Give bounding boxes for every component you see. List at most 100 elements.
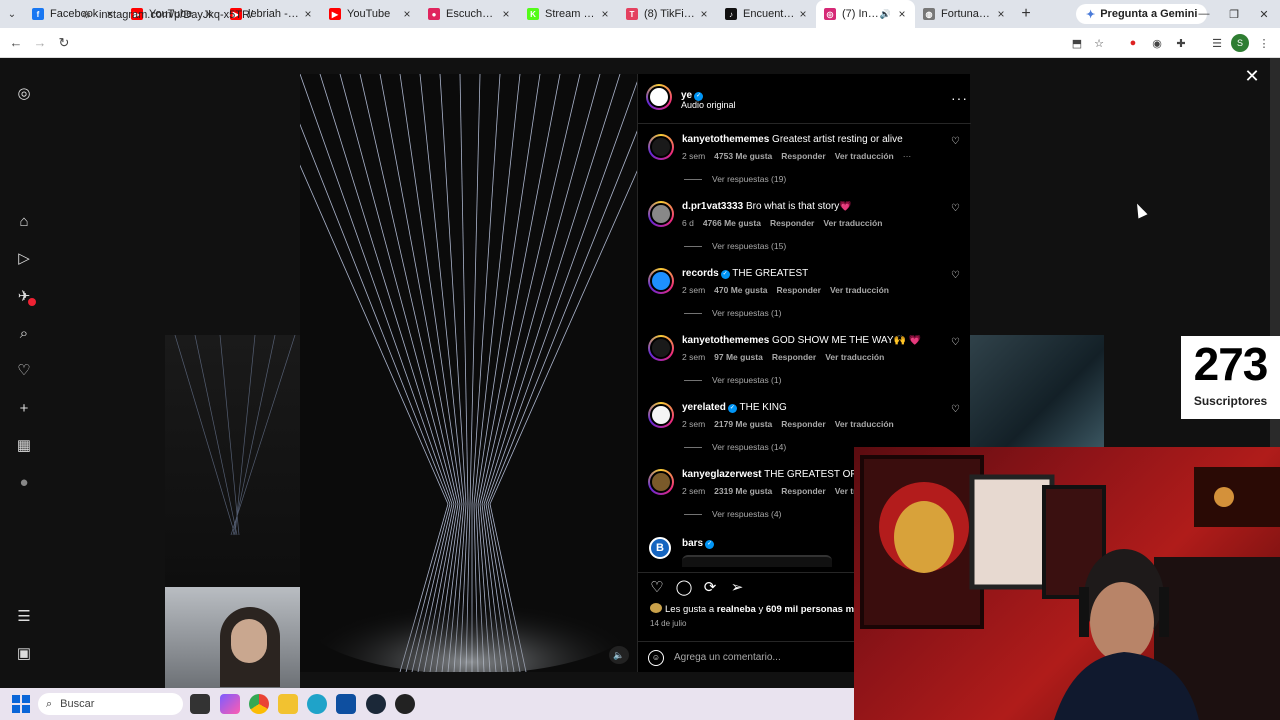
comment-likes[interactable]: 2319 Me gusta: [714, 486, 772, 496]
reply-button[interactable]: Responder: [781, 486, 825, 496]
site-info-icon[interactable]: ⚙: [82, 10, 91, 21]
reply-button[interactable]: Responder: [772, 352, 816, 362]
comment-options-icon[interactable]: ···: [903, 151, 912, 161]
comment-likes[interactable]: 97 Me gusta: [714, 352, 763, 362]
instagram-logo-icon[interactable]: ◎: [14, 83, 34, 103]
background-thumbnail[interactable]: [165, 335, 300, 587]
chrome-taskbar-icon[interactable]: [249, 694, 269, 714]
laser-beam: [477, 74, 561, 505]
task-view-icon[interactable]: [190, 694, 210, 714]
background-thumbnail[interactable]: [970, 335, 1104, 447]
view-replies-button[interactable]: Ver respuestas (4): [684, 509, 781, 519]
mute-button[interactable]: 🔈: [609, 646, 629, 664]
translate-button[interactable]: Ver traducción: [830, 285, 889, 295]
like-heart-icon[interactable]: ♡: [647, 577, 667, 597]
install-icon[interactable]: ⬒: [1068, 34, 1086, 52]
view-replies-button[interactable]: Ver respuestas (1): [684, 308, 781, 318]
obs-icon[interactable]: [395, 694, 415, 714]
commenter-name[interactable]: kanyetothememes: [682, 335, 769, 346]
search-icon[interactable]: ⌕: [14, 323, 34, 343]
author-avatar[interactable]: [646, 84, 672, 110]
commenter-name[interactable]: d.pr1vat3333: [682, 201, 743, 212]
commenter-name[interactable]: kanyeglazerwest: [682, 469, 762, 480]
comment-likes[interactable]: 2179 Me gusta: [714, 419, 772, 429]
view-replies-button[interactable]: Ver respuestas (19): [684, 174, 786, 184]
create-icon[interactable]: +: [14, 398, 34, 418]
commenter-avatar[interactable]: [648, 335, 674, 361]
comment-like-heart-icon[interactable]: ♡: [951, 203, 960, 214]
commenter-avatar[interactable]: B: [649, 537, 671, 559]
reply-button[interactable]: Responder: [781, 419, 825, 429]
view-replies-label: Ver respuestas (4): [712, 509, 782, 519]
url-field[interactable]: ⚙ instagram.com/p/DayJkq-x5TR/: [82, 4, 1122, 26]
close-modal-icon[interactable]: ✕: [1242, 66, 1262, 86]
taskbar-search[interactable]: ⌕ Buscar: [38, 693, 183, 715]
comment-like-heart-icon[interactable]: ♡: [951, 136, 960, 147]
translate-button[interactable]: Ver traducción: [823, 218, 882, 228]
more-menu-icon[interactable]: ☰: [14, 606, 34, 626]
translate-button[interactable]: Ver traducción: [835, 151, 894, 161]
share-icon[interactable]: ➢: [727, 577, 747, 597]
chrome-menu-icon[interactable]: ⋮: [1255, 34, 1273, 52]
comment-like-heart-icon[interactable]: ♡: [951, 270, 960, 281]
comment-image-preview[interactable]: [682, 555, 832, 567]
commenter-name[interactable]: yerelated: [682, 402, 726, 413]
more-options-icon[interactable]: ···: [951, 90, 968, 106]
comment-icon[interactable]: ◯: [674, 577, 694, 597]
reload-button[interactable]: ↻: [52, 28, 76, 58]
background-thumbnail[interactable]: [165, 587, 300, 688]
likes-summary[interactable]: Les gusta a realneba y 609 mil personas …: [650, 603, 865, 615]
comment-likes[interactable]: 470 Me gusta: [714, 285, 767, 295]
home-icon[interactable]: ⌂: [14, 211, 34, 231]
reply-button[interactable]: Responder: [777, 285, 821, 295]
media-controls-icon[interactable]: ☰: [1208, 34, 1226, 52]
translate-button[interactable]: Ver traducción: [835, 419, 894, 429]
also-from-meta-icon[interactable]: ▣: [14, 643, 34, 663]
commenter-avatar[interactable]: [648, 402, 674, 428]
tab-search-icon[interactable]: ⌄: [0, 0, 24, 28]
commenter-name[interactable]: kanyetothememes: [682, 134, 769, 145]
commenter-avatar[interactable]: [648, 134, 674, 160]
post-video[interactable]: [300, 74, 637, 672]
windows-start-icon[interactable]: [12, 695, 30, 713]
view-replies-button[interactable]: Ver respuestas (14): [684, 442, 786, 452]
close-window-button[interactable]: ✕: [1248, 0, 1280, 28]
comment-likes[interactable]: 4753 Me gusta: [714, 151, 772, 161]
comment-like-heart-icon[interactable]: ♡: [951, 404, 960, 415]
commenter-avatar[interactable]: [648, 268, 674, 294]
dashboard-icon[interactable]: ▦: [14, 435, 34, 455]
reels-icon[interactable]: ▷: [14, 248, 34, 268]
file-explorer-icon[interactable]: [278, 694, 298, 714]
view-replies-button[interactable]: Ver respuestas (1): [684, 375, 781, 385]
notifications-heart-icon[interactable]: ♡: [14, 360, 34, 380]
verified-badge-icon: ✓: [705, 540, 715, 549]
puzzle-icon[interactable]: ✚: [1172, 34, 1190, 52]
copilot-icon[interactable]: [220, 694, 240, 714]
comment-likes[interactable]: 4766 Me gusta: [703, 218, 761, 228]
opera-extension-icon[interactable]: ●: [1124, 34, 1142, 52]
back-button[interactable]: ←: [4, 28, 28, 58]
bookmark-star-icon[interactable]: ☆: [1090, 34, 1108, 52]
audio-label[interactable]: Audio original: [681, 100, 736, 110]
translate-button[interactable]: Ver traducción: [825, 352, 884, 362]
author-name[interactable]: ye ✓: [681, 87, 704, 101]
store-icon[interactable]: [336, 694, 356, 714]
steam-icon[interactable]: [366, 694, 386, 714]
emoji-icon[interactable]: ☺: [648, 649, 664, 666]
forward-button[interactable]: →: [28, 28, 52, 58]
profile-avatar[interactable]: S: [1231, 34, 1249, 52]
commenter-name[interactable]: bars: [682, 538, 703, 549]
commenter-name[interactable]: records: [682, 268, 719, 279]
commenter-avatar[interactable]: [648, 469, 674, 495]
restore-button[interactable]: ❐: [1218, 0, 1250, 28]
reply-button[interactable]: Responder: [770, 218, 814, 228]
comment-like-heart-icon[interactable]: ♡: [951, 337, 960, 348]
minimize-button[interactable]: —: [1188, 0, 1220, 28]
edge-icon[interactable]: [307, 694, 327, 714]
reply-button[interactable]: Responder: [781, 151, 825, 161]
profile-icon[interactable]: ●: [14, 472, 34, 492]
commenter-avatar[interactable]: [648, 201, 674, 227]
view-replies-button[interactable]: Ver respuestas (15): [684, 241, 786, 251]
repost-icon[interactable]: ⟳: [700, 577, 720, 597]
extension-icon[interactable]: ◉: [1148, 34, 1166, 52]
